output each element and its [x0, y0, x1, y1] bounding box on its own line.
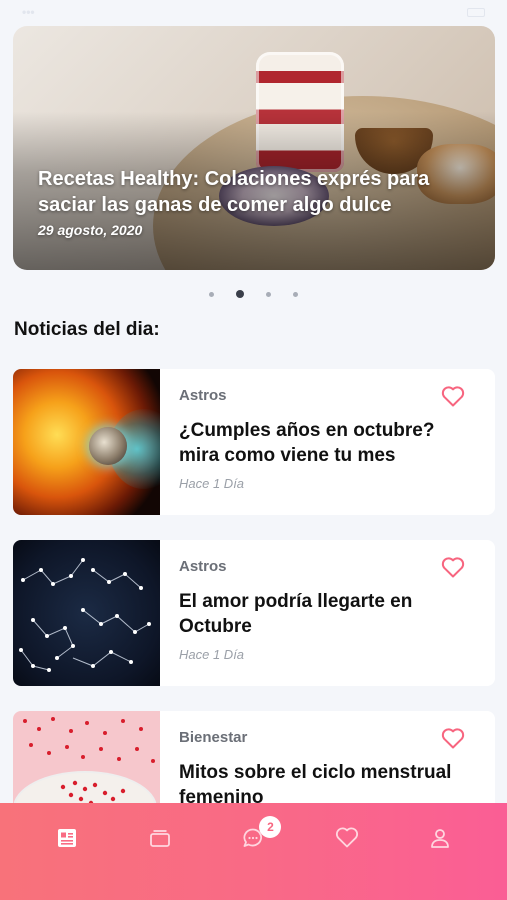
- heart-icon[interactable]: [441, 385, 465, 407]
- featured-date: 29 agosto, 2020: [38, 222, 143, 238]
- chat-badge: 2: [259, 816, 282, 838]
- featured-title: Recetas Healthy: Colaciones exprés para …: [38, 168, 430, 216]
- news-card[interactable]: Astros El amor podría llegarte en Octubr…: [13, 540, 495, 686]
- bottom-tab-bar: 2: [0, 803, 507, 900]
- tab-chat[interactable]: 2: [223, 803, 283, 873]
- news-thumbnail: [13, 540, 160, 686]
- news-thumbnail: [13, 369, 160, 515]
- tab-news[interactable]: [37, 803, 97, 873]
- tab-profile[interactable]: [410, 803, 470, 873]
- news-category: Astros: [179, 558, 227, 575]
- battery-icon: [467, 7, 485, 17]
- cards-icon: [150, 830, 170, 847]
- featured-card[interactable]: Recetas Healthy: Colaciones exprés para …: [13, 26, 495, 270]
- pager-dot-active[interactable]: [236, 290, 244, 298]
- news-headline: El amor podría llegarte en Octubre: [179, 591, 413, 637]
- news-category: Bienestar: [179, 729, 248, 746]
- news-time: Hace 1 Día: [179, 476, 245, 491]
- news-headline: ¿Cumples años en octubre? mira como vien…: [179, 420, 435, 466]
- news-icon: [57, 829, 76, 847]
- heart-icon[interactable]: [441, 727, 465, 749]
- tab-cards[interactable]: [130, 803, 190, 873]
- heart-icon: [335, 827, 358, 848]
- signal-icon: •••: [22, 5, 35, 19]
- tab-favorites[interactable]: [317, 803, 377, 873]
- pager-dot[interactable]: [293, 291, 298, 297]
- pager-dot[interactable]: [209, 291, 214, 297]
- pager-dot[interactable]: [266, 291, 271, 297]
- carousel-pager[interactable]: [0, 290, 507, 298]
- profile-icon: [431, 829, 450, 848]
- heart-icon[interactable]: [441, 556, 465, 578]
- status-bar: •••: [0, 0, 507, 24]
- section-title: Noticias del dia:: [14, 319, 160, 340]
- news-category: Astros: [179, 387, 227, 404]
- news-time: Hace 1 Día: [179, 647, 245, 662]
- news-card[interactable]: Astros ¿Cumples años en octubre? mira co…: [13, 369, 495, 515]
